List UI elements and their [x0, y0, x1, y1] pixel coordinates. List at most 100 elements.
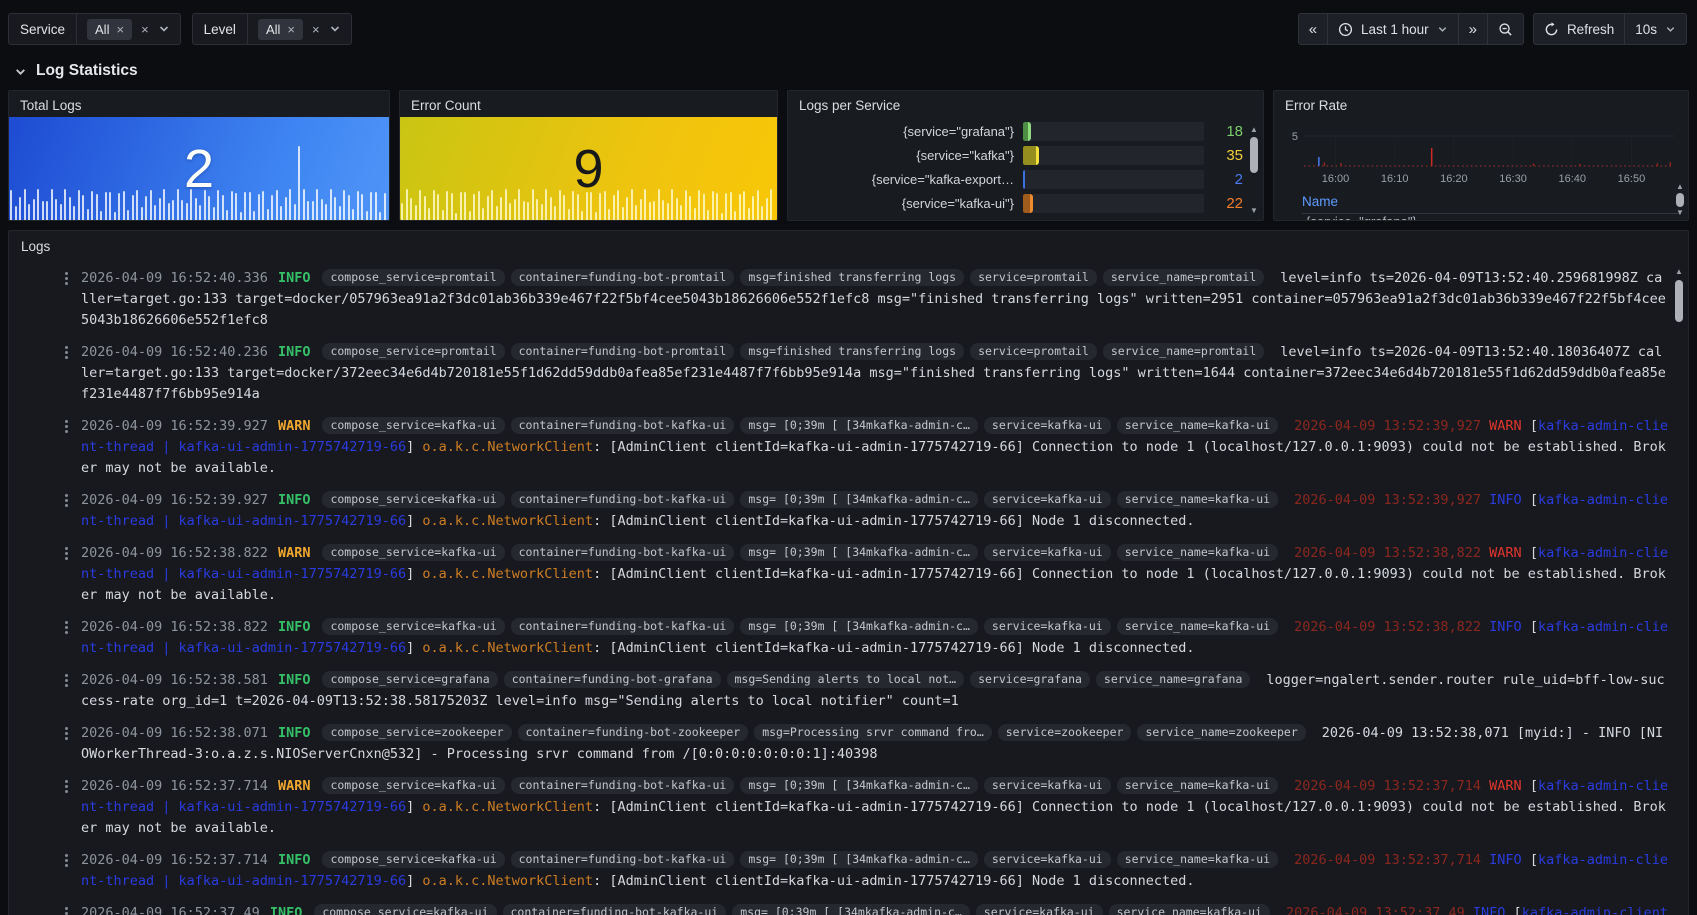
log-field-chip[interactable]: service_name=promtail [1103, 343, 1264, 360]
log-field-chip[interactable]: service=zookeeper [998, 724, 1132, 741]
log-field-chip[interactable]: msg= [0;39m [ [34mkafka-admin-c… [740, 777, 978, 794]
log-field-chip[interactable]: service=kafka-ui [984, 618, 1111, 635]
legend-name-header[interactable]: Name [1302, 194, 1338, 209]
log-field-chip[interactable]: compose_service=promtail [322, 269, 504, 286]
level-filter[interactable]: Level All × × [192, 13, 352, 45]
log-field-chip[interactable]: service=grafana [970, 671, 1090, 688]
log-field-chip[interactable]: compose_service=kafka-ui [322, 544, 504, 561]
log-field-chip[interactable]: compose_service=kafka-ui [322, 777, 504, 794]
log-field-chip[interactable]: compose_service=promtail [322, 343, 504, 360]
chevron-down-icon[interactable] [158, 23, 170, 35]
log-field-chip[interactable]: container=funding-bot-kafka-ui [511, 544, 735, 561]
log-field-chip[interactable]: compose_service=kafka-ui [322, 491, 504, 508]
log-field-chip[interactable]: container=funding-bot-kafka-ui [511, 618, 735, 635]
log-field-chip[interactable]: msg=Processing srvr command fro… [754, 724, 992, 741]
scrollbar-thumb[interactable] [1250, 137, 1258, 173]
log-field-chip[interactable]: service_name=kafka-ui [1117, 777, 1278, 794]
log-field-chip[interactable]: msg=finished transferring logs [740, 343, 964, 360]
scroll-down-icon[interactable]: ▼ [1676, 208, 1684, 218]
log-timestamp: 2026-04-09 16:52:39.927 [81, 418, 268, 434]
refresh-interval-picker[interactable]: 10s [1625, 14, 1686, 44]
log-field-chip[interactable]: service=kafka-ui [976, 904, 1103, 915]
remove-value-icon[interactable]: × [116, 23, 124, 36]
log-field-chip[interactable]: msg= [0;39m [ [34mkafka-admin-c… [740, 417, 978, 434]
log-field-chip[interactable]: service=kafka-ui [984, 417, 1111, 434]
log-field-chip[interactable]: service_name=kafka-ui [1117, 851, 1278, 868]
log-field-chip[interactable]: service=kafka-ui [984, 544, 1111, 561]
panel-scrollbar[interactable]: ▲ ▼ [1674, 182, 1686, 218]
row-menu-icon[interactable] [65, 547, 68, 550]
logs-scrollbar[interactable]: ▲ ▼ [1673, 267, 1685, 915]
time-shift-forward-button[interactable]: » [1459, 14, 1488, 44]
log-field-chip[interactable]: msg= [0;39m [ [34mkafka-admin-c… [740, 618, 978, 635]
log-field-chip[interactable]: compose_service=zookeeper [322, 724, 511, 741]
log-field-chip[interactable]: service=promtail [970, 269, 1097, 286]
log-field-chip[interactable]: msg=finished transferring logs [740, 269, 964, 286]
sparkline-bar [312, 201, 314, 220]
level-filter-chip[interactable]: All × [258, 19, 303, 40]
log-field-chip[interactable]: service_name=kafka-ui [1117, 491, 1278, 508]
scroll-down-icon[interactable]: ▼ [1250, 206, 1258, 216]
log-field-chip[interactable]: service_name=promtail [1103, 269, 1264, 286]
log-field-chip[interactable]: container=funding-bot-kafka-ui [511, 417, 735, 434]
row-menu-icon[interactable] [65, 854, 68, 857]
sparkline-bar [132, 195, 134, 221]
log-field-chip[interactable]: container=funding-bot-kafka-ui [511, 491, 735, 508]
row-menu-icon[interactable] [65, 780, 68, 783]
row-log-statistics[interactable]: Log Statistics [0, 45, 1697, 90]
log-field-chip[interactable]: service_name=kafka-ui [1117, 417, 1278, 434]
log-field-chip[interactable]: msg= [0;39m [ [34mkafka-admin-c… [732, 904, 970, 915]
scroll-up-icon[interactable]: ▲ [1676, 182, 1684, 192]
remove-value-icon[interactable]: × [287, 23, 295, 36]
row-menu-icon[interactable] [65, 346, 68, 349]
log-field-chip[interactable]: service=kafka-ui [984, 851, 1111, 868]
log-field-chip[interactable]: service_name=kafka-ui [1117, 618, 1278, 635]
log-field-chip[interactable]: msg= [0;39m [ [34mkafka-admin-c… [740, 544, 978, 561]
log-field-chip[interactable]: compose_service=kafka-ui [322, 851, 504, 868]
log-field-chip[interactable]: container=funding-bot-kafka-ui [503, 904, 727, 915]
row-menu-icon[interactable] [65, 727, 68, 730]
log-field-chip[interactable]: container=funding-bot-promtail [511, 343, 735, 360]
log-field-chip[interactable]: compose_service=grafana [322, 671, 497, 688]
row-menu-icon[interactable] [65, 420, 68, 423]
service-filter[interactable]: Service All × × [8, 13, 181, 45]
time-range-picker[interactable]: Last 1 hour [1328, 14, 1459, 44]
log-field-chip[interactable]: service=kafka-ui [984, 491, 1111, 508]
scroll-up-icon[interactable]: ▲ [1250, 125, 1258, 135]
log-field-chip[interactable]: service=kafka-ui [984, 777, 1111, 794]
log-field-chip[interactable]: msg=Sending alerts to local not… [727, 671, 965, 688]
zoom-out-button[interactable] [1488, 14, 1523, 44]
legend-row-partial[interactable]: {service="grafana"} [1302, 214, 1680, 220]
service-filter-chip[interactable]: All × [87, 19, 132, 40]
row-menu-icon[interactable] [65, 674, 68, 677]
log-field-chip[interactable]: compose_service=kafka-ui [322, 618, 504, 635]
scrollbar-thumb[interactable] [1675, 280, 1683, 322]
log-field-chip[interactable]: msg= [0;39m [ [34mkafka-admin-c… [740, 491, 978, 508]
log-field-chip[interactable]: container=funding-bot-promtail [511, 269, 735, 286]
row-menu-icon[interactable] [65, 907, 68, 910]
time-shift-back-button[interactable]: « [1299, 14, 1328, 44]
row-menu-icon[interactable] [65, 494, 68, 497]
refresh-button[interactable]: Refresh [1534, 14, 1625, 44]
log-field-chip[interactable]: container=funding-bot-grafana [504, 671, 721, 688]
log-field-chip[interactable]: service_name=kafka-ui [1117, 544, 1278, 561]
log-field-chip[interactable]: compose_service=kafka-ui [322, 417, 504, 434]
log-field-chip[interactable]: service_name=kafka-ui [1109, 904, 1270, 915]
log-field-chip[interactable]: compose_service=kafka-ui [314, 904, 496, 915]
scroll-up-icon[interactable]: ▲ [1675, 267, 1683, 277]
scrollbar-thumb[interactable] [1676, 193, 1684, 207]
log-field-chip[interactable]: service_name=grafana [1096, 671, 1250, 688]
log-field-chip[interactable]: service=promtail [970, 343, 1097, 360]
chevron-down-icon[interactable] [329, 23, 341, 35]
log-field-chip[interactable]: container=funding-bot-kafka-ui [511, 777, 735, 794]
clear-filter-icon[interactable]: × [312, 23, 320, 36]
log-field-chip[interactable]: service_name=zookeeper [1137, 724, 1305, 741]
sparkline-bar [123, 191, 125, 220]
row-menu-icon[interactable] [65, 272, 68, 275]
clear-filter-icon[interactable]: × [141, 23, 149, 36]
row-menu-icon[interactable] [65, 621, 68, 624]
log-field-chip[interactable]: msg= [0;39m [ [34mkafka-admin-c… [740, 851, 978, 868]
log-field-chip[interactable]: container=funding-bot-zookeeper [518, 724, 749, 741]
log-field-chip[interactable]: container=funding-bot-kafka-ui [511, 851, 735, 868]
panel-scrollbar[interactable]: ▲ ▼ [1248, 125, 1260, 216]
